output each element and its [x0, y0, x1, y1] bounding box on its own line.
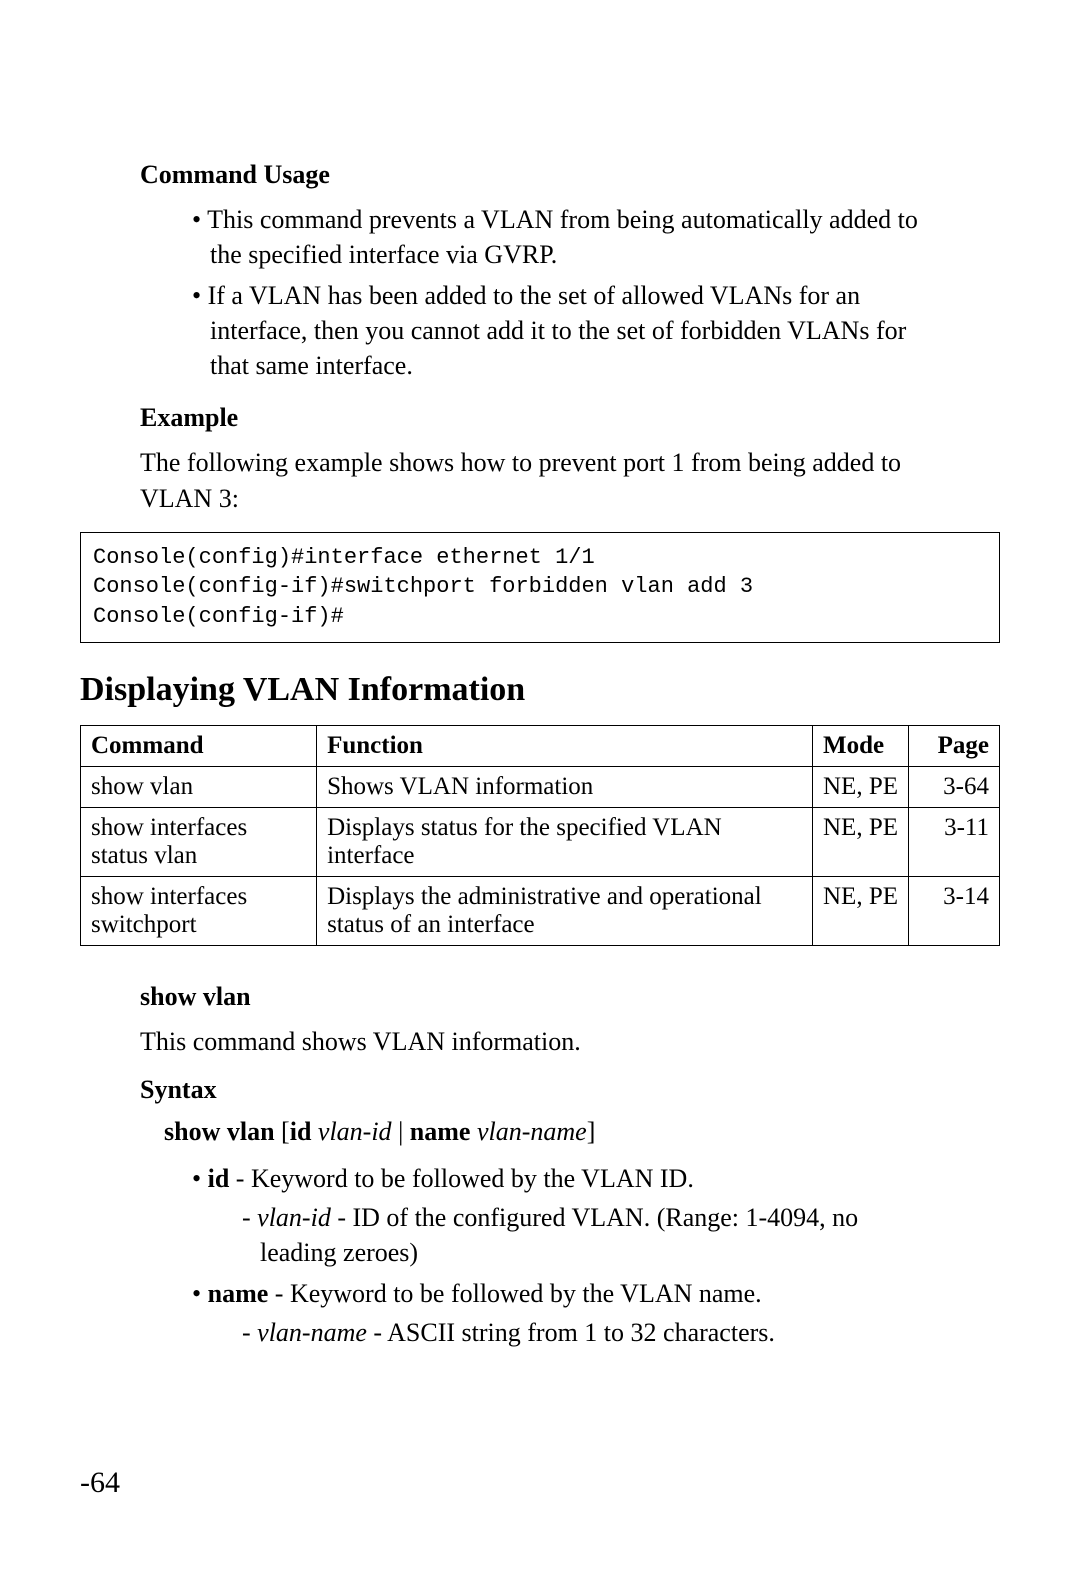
table-header-function: Function	[317, 725, 813, 766]
table-cell-page: 3-11	[909, 807, 1000, 876]
table-row: show interfaces switchport Displays the …	[81, 876, 1000, 945]
section-title: Displaying VLAN Information	[80, 671, 1000, 709]
heading-command-usage: Command Usage	[140, 160, 940, 190]
example-intro-text: The following example shows how to preve…	[140, 445, 940, 515]
syntax-name-label: name	[208, 1279, 269, 1308]
syntax-cmd: show vlan	[164, 1117, 275, 1146]
syntax-bullet-id: id - Keyword to be followed by the VLAN …	[180, 1161, 940, 1270]
syntax-sep: |	[398, 1117, 403, 1146]
syntax-arg-vlan-id: vlan-id	[318, 1117, 392, 1146]
table-cell-mode: NE, PE	[813, 876, 909, 945]
table-cell-page: 3-14	[909, 876, 1000, 945]
table-cell-command: show interfaces status vlan	[81, 807, 317, 876]
table-cell-page: 3-64	[909, 766, 1000, 807]
table-header-command: Command	[81, 725, 317, 766]
syntax-bullets: id - Keyword to be followed by the VLAN …	[140, 1161, 940, 1350]
syntax-bracket: [	[281, 1117, 290, 1146]
syntax-name-sub: vlan-name - ASCII string from 1 to 32 ch…	[210, 1315, 940, 1350]
table-header-page: Page	[909, 725, 1000, 766]
syntax-arg-vlan-name: vlan-name	[477, 1117, 587, 1146]
syntax-bullet-name: name - Keyword to be followed by the VLA…	[180, 1276, 940, 1350]
syntax-name-text: - Keyword to be followed by the VLAN nam…	[268, 1279, 761, 1308]
syntax-id-sub: vlan-id - ID of the configured VLAN. (Ra…	[210, 1200, 940, 1270]
heading-show-vlan: show vlan	[140, 982, 940, 1012]
syntax-name-sublist: vlan-name - ASCII string from 1 to 32 ch…	[210, 1315, 940, 1350]
show-vlan-desc: This command shows VLAN information.	[140, 1024, 940, 1059]
table-cell-command: show interfaces switchport	[81, 876, 317, 945]
table-row: show interfaces status vlan Displays sta…	[81, 807, 1000, 876]
syntax-id-text: - Keyword to be followed by the VLAN ID.	[229, 1164, 694, 1193]
page-number: -64	[80, 1466, 120, 1500]
syntax-keyword-id: id	[290, 1117, 312, 1146]
table-cell-function: Shows VLAN information	[317, 766, 813, 807]
syntax-line: show vlan [id vlan-id | name vlan-name]	[164, 1117, 940, 1147]
syntax-name-sub-text: - ASCII string from 1 to 32 characters.	[367, 1318, 775, 1347]
syntax-name-sub-arg: vlan-name	[257, 1318, 367, 1347]
syntax-id-sub-text: - ID of the configured VLAN. (Range: 1-4…	[260, 1203, 858, 1267]
table-cell-function: Displays status for the specified VLAN i…	[317, 807, 813, 876]
table-row: show vlan Shows VLAN information NE, PE …	[81, 766, 1000, 807]
table-header-mode: Mode	[813, 725, 909, 766]
command-table: Command Function Mode Page show vlan Sho…	[80, 725, 1000, 946]
syntax-id-sublist: vlan-id - ID of the configured VLAN. (Ra…	[210, 1200, 940, 1270]
table-cell-mode: NE, PE	[813, 766, 909, 807]
table-cell-function: Displays the administrative and operatio…	[317, 876, 813, 945]
heading-syntax: Syntax	[140, 1075, 940, 1105]
table-cell-mode: NE, PE	[813, 807, 909, 876]
usage-bullet-list: This command prevents a VLAN from being …	[140, 202, 940, 383]
code-block: Console(config)#interface ethernet 1/1 C…	[80, 532, 1000, 643]
table-cell-command: show vlan	[81, 766, 317, 807]
syntax-bracket: ]	[587, 1117, 596, 1146]
syntax-id-sub-arg: vlan-id	[257, 1203, 331, 1232]
syntax-keyword-name: name	[410, 1117, 471, 1146]
usage-bullet-item: If a VLAN has been added to the set of a…	[180, 278, 940, 383]
heading-example: Example	[140, 403, 940, 433]
usage-bullet-item: This command prevents a VLAN from being …	[180, 202, 940, 272]
syntax-id-label: id	[208, 1164, 230, 1193]
